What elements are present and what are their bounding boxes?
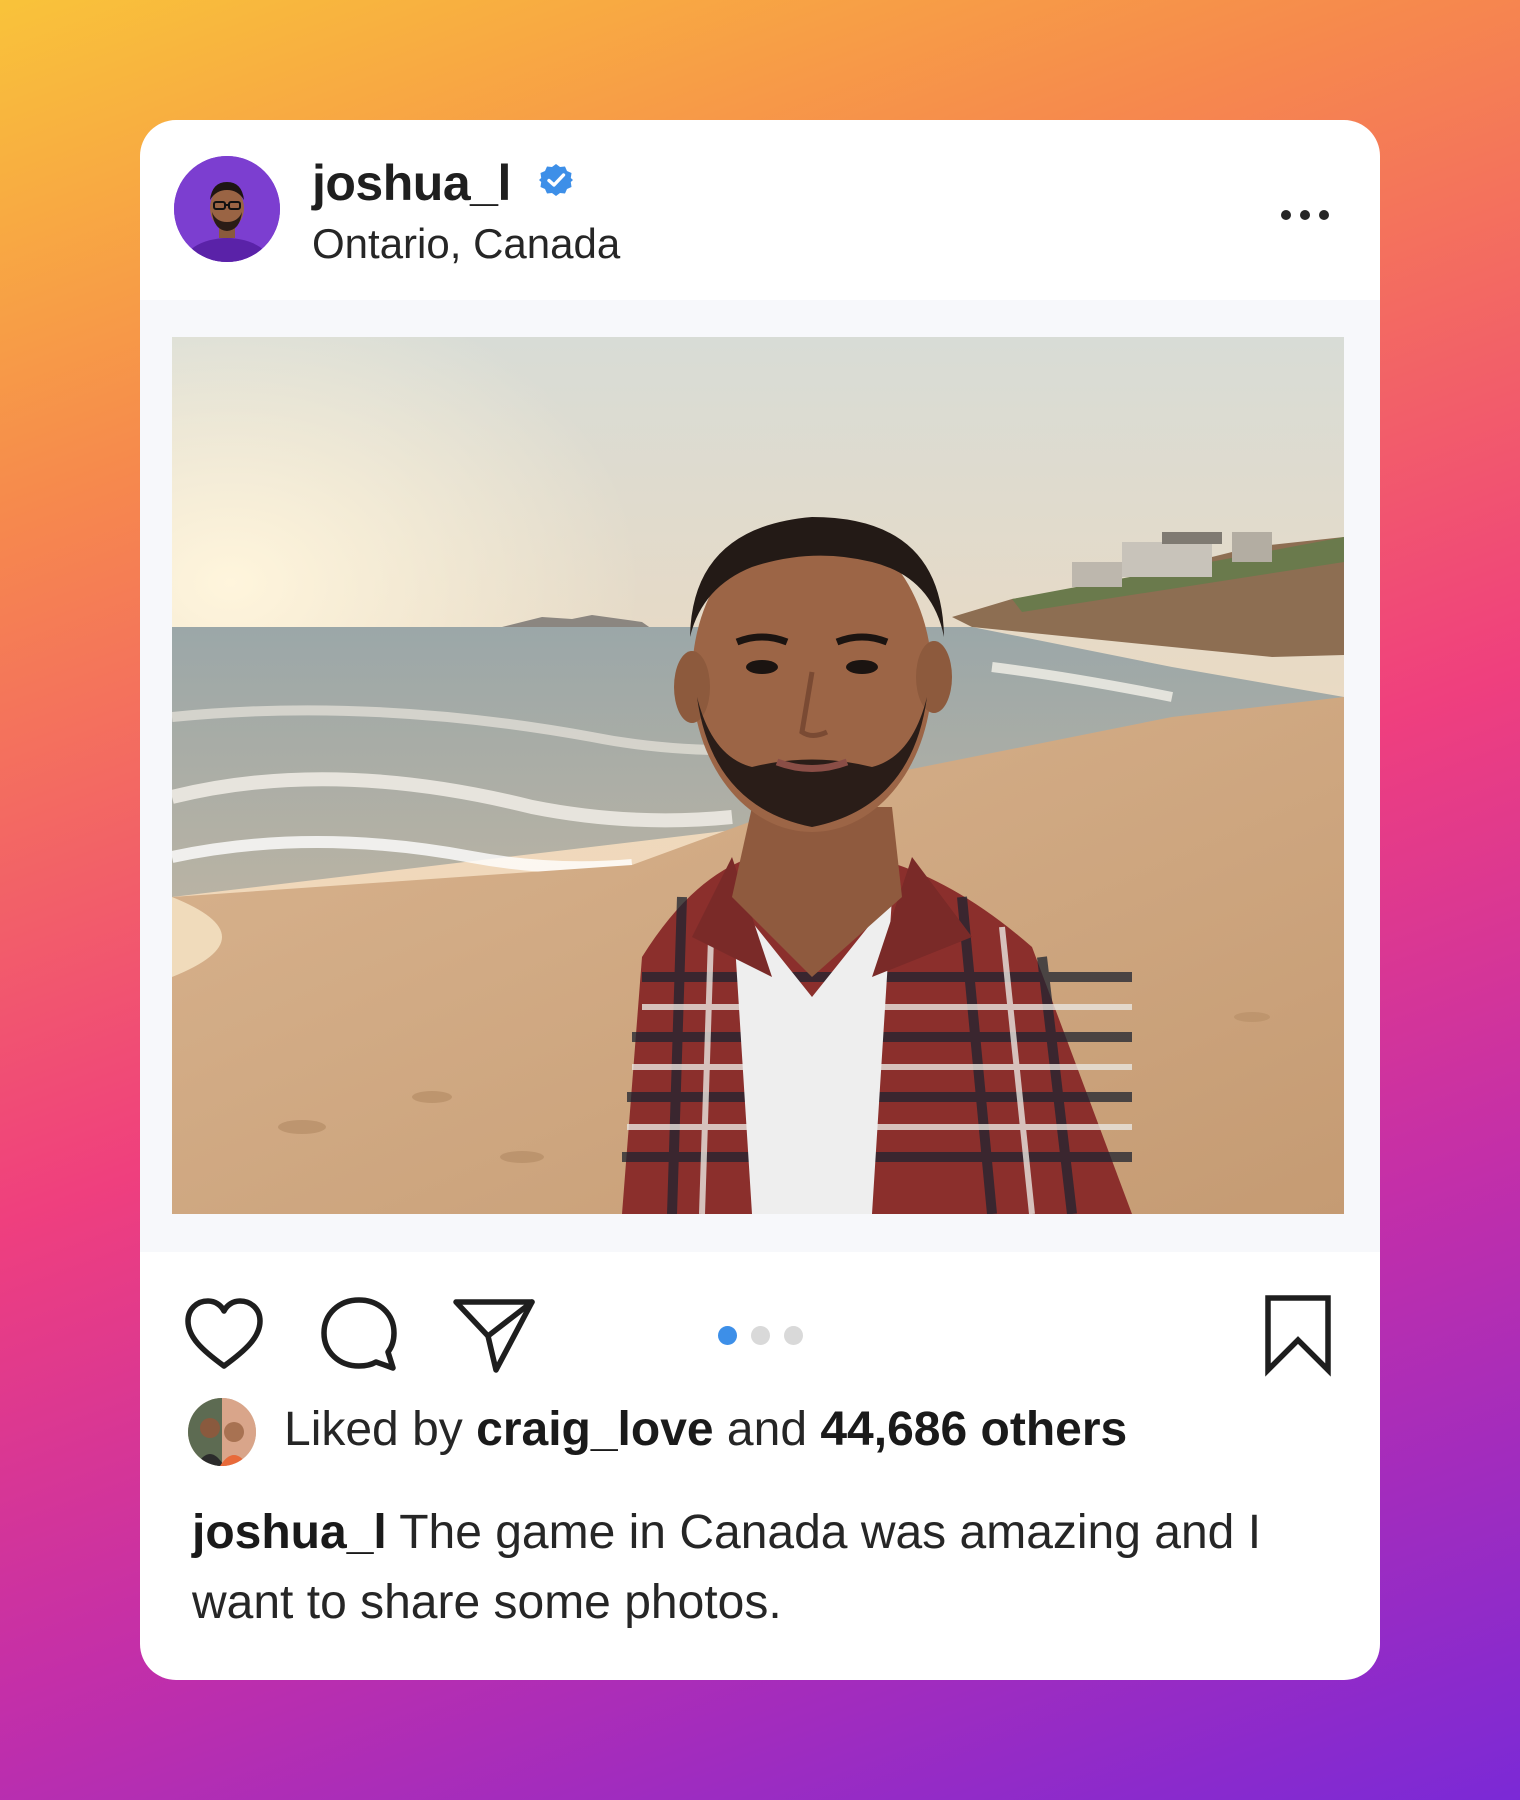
paper-plane-icon[interactable] <box>450 1290 538 1378</box>
likes-summary: Liked by craig_love and 44,686 others <box>284 1402 1127 1457</box>
verified-badge-icon <box>539 164 573 196</box>
liker-username[interactable]: craig_love <box>476 1403 713 1456</box>
likes-row: Liked by craig_love and 44,686 others <box>188 1396 1348 1466</box>
carousel-dot[interactable] <box>718 1326 737 1345</box>
post-header: joshua_l Ontario, Canada <box>140 120 1380 300</box>
carousel-indicator <box>718 1326 803 1346</box>
post-caption: joshua_l The game in Canada was amazing … <box>192 1498 1312 1638</box>
post-photo[interactable] <box>172 337 1344 1214</box>
author-username[interactable]: joshua_l <box>312 154 511 212</box>
bookmark-icon[interactable] <box>1258 1290 1338 1378</box>
post-card: joshua_l Ontario, Canada Liked by craig_… <box>140 120 1380 1680</box>
liker-avatar[interactable] <box>188 1398 256 1466</box>
likes-count[interactable]: 44,686 others <box>820 1403 1127 1456</box>
post-actions <box>140 1252 1380 1382</box>
more-horizontal-icon[interactable] <box>1274 190 1336 240</box>
author-avatar[interactable] <box>174 156 280 262</box>
post-location[interactable]: Ontario, Canada <box>312 220 620 268</box>
carousel-dot[interactable] <box>784 1326 803 1345</box>
likes-prefix: Liked by <box>284 1403 477 1456</box>
post-media-area <box>140 300 1380 1252</box>
comment-bubble-icon[interactable] <box>315 1290 403 1378</box>
carousel-dot[interactable] <box>751 1326 770 1345</box>
heart-icon[interactable] <box>180 1290 268 1378</box>
likes-middle: and <box>713 1403 821 1456</box>
caption-author[interactable]: joshua_l <box>192 1506 387 1559</box>
